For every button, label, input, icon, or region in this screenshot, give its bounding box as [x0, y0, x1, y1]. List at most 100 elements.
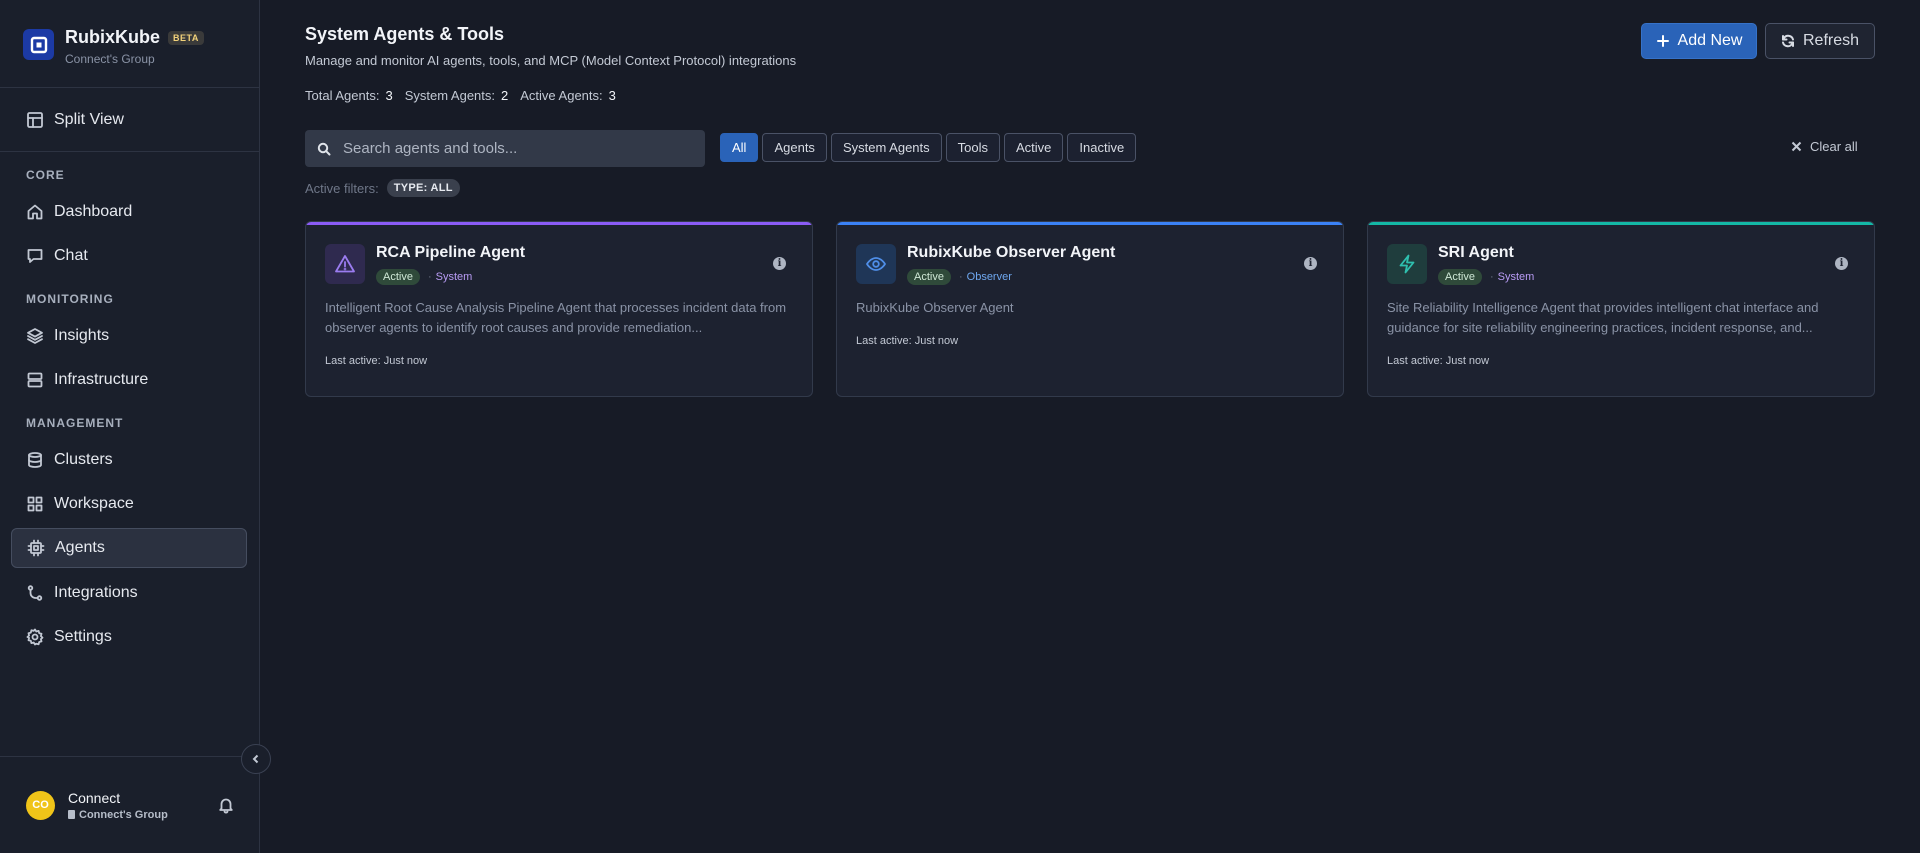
- close-icon: [1791, 141, 1802, 152]
- database-icon: [28, 452, 42, 468]
- git-branch-icon: [27, 585, 43, 601]
- sidebar-item-insights[interactable]: Insights: [11, 316, 247, 356]
- eye-icon: [856, 244, 896, 284]
- sidebar-item-label: Insights: [54, 327, 110, 344]
- brand-name: RubixKube: [65, 27, 161, 47]
- user-name: Connect: [68, 789, 121, 806]
- sidebar-item-integrations[interactable]: Integrations: [11, 573, 247, 613]
- last-active: Last active: Just now: [856, 335, 959, 347]
- info-icon[interactable]: i: [773, 257, 786, 270]
- sidebar-item-agents[interactable]: Agents: [11, 528, 247, 568]
- alert-triangle-icon: [325, 244, 365, 284]
- user-group-label: Connect's Group: [79, 808, 168, 821]
- agent-name: RubixKube Observer Agent: [907, 244, 1116, 261]
- sidebar-item-label: Dashboard: [54, 203, 133, 220]
- collapse-sidebar-button[interactable]: [241, 744, 271, 774]
- server-icon: [27, 372, 43, 388]
- sidebar: RubixKube BETA Connect's Group Split Vie…: [0, 0, 260, 853]
- status-badge: Active: [907, 269, 951, 285]
- clear-all-button[interactable]: Clear all: [1791, 139, 1858, 154]
- agent-meta: Active · System: [1438, 269, 1534, 285]
- brand[interactable]: RubixKube BETA Connect's Group: [23, 27, 233, 67]
- avatar: CO: [26, 790, 55, 820]
- filter-chips: All Agents System Agents Tools Active Inactiv…: [720, 133, 1140, 162]
- split-view-button[interactable]: Split View: [11, 100, 247, 140]
- chat-icon: [27, 249, 43, 263]
- info-icon[interactable]: i: [1835, 257, 1848, 270]
- info-icon[interactable]: i: [1304, 257, 1317, 270]
- agent-description: Site Reliability Intelligence Agent that…: [1387, 300, 1819, 335]
- status-badge: Active: [1438, 269, 1482, 285]
- gear-icon: [26, 628, 44, 646]
- sidebar-divider: [0, 151, 259, 152]
- filter-chip-agents[interactable]: Agents: [762, 133, 827, 162]
- sidebar-item-dashboard[interactable]: Dashboard: [11, 192, 247, 232]
- agent-description: RubixKube Observer Agent: [856, 300, 1014, 315]
- sidebar-item-settings[interactable]: Settings: [11, 617, 247, 657]
- section-monitoring: MONITORING: [26, 292, 114, 306]
- agent-card[interactable]: RubixKube Observer Agent Active · Observ…: [836, 221, 1344, 397]
- user-profile[interactable]: CO Connect Connect's Group: [26, 785, 241, 825]
- add-new-label: Add New: [1677, 32, 1743, 49]
- filter-chip-all[interactable]: All: [720, 133, 759, 162]
- filter-chip-active[interactable]: Active: [1004, 133, 1064, 162]
- stat-active-value: 3: [608, 88, 616, 103]
- agent-meta: Active · Observer: [907, 269, 1012, 285]
- bell-icon: [219, 798, 233, 814]
- sidebar-divider: [0, 87, 259, 88]
- stat-active: Active Agents: 3: [520, 88, 616, 103]
- stat-system-value: 2: [501, 88, 509, 103]
- lightning-icon: [1387, 244, 1427, 284]
- sidebar-item-label: Agents: [55, 539, 105, 556]
- add-new-button[interactable]: Add New: [1641, 23, 1757, 59]
- stat-total: Total Agents: 3: [305, 88, 393, 103]
- card-accent-bar: [306, 222, 812, 225]
- agent-name: SRI Agent: [1438, 244, 1514, 261]
- sidebar-item-label: Integrations: [54, 584, 138, 601]
- separator-dot: ·: [958, 271, 963, 283]
- card-accent-bar: [837, 222, 1343, 225]
- brand-logo-icon: [23, 29, 54, 60]
- clear-all-label: Clear all: [1810, 139, 1858, 154]
- layers-icon: [27, 328, 43, 344]
- agent-type: System: [1497, 271, 1535, 283]
- agent-type: Observer: [966, 271, 1012, 283]
- agent-stats: Total Agents: 3 System Agents: 2 Active Ag…: [305, 88, 628, 103]
- section-management: MANAGEMENT: [26, 416, 124, 430]
- agent-card[interactable]: SRI Agent Active · System i Site Reliabi…: [1367, 221, 1875, 397]
- stat-total-value: 3: [385, 88, 393, 103]
- last-active: Last active: Just now: [1387, 355, 1490, 367]
- stat-system: System Agents: 2: [405, 88, 509, 103]
- sidebar-item-chat[interactable]: Chat: [11, 236, 247, 276]
- refresh-label: Refresh: [1802, 32, 1860, 49]
- filter-chip-system-agents[interactable]: System Agents: [830, 133, 942, 162]
- sidebar-divider: [0, 756, 259, 757]
- split-view-icon: [27, 112, 43, 128]
- sidebar-item-label: Settings: [54, 628, 112, 645]
- search-input[interactable]: [343, 140, 683, 157]
- notifications-button[interactable]: [217, 796, 235, 814]
- sidebar-item-clusters[interactable]: Clusters: [11, 440, 247, 480]
- page-title: System Agents & Tools: [305, 24, 505, 44]
- grid-icon: [27, 496, 43, 512]
- sidebar-item-label: Workspace: [54, 495, 134, 512]
- filter-chip-inactive[interactable]: Inactive: [1067, 133, 1137, 162]
- building-icon: [68, 810, 75, 819]
- refresh-icon: [1781, 34, 1794, 48]
- agent-card[interactable]: RCA Pipeline Agent Active · System i Int…: [305, 221, 813, 397]
- active-filters-label: Active filters:: [305, 180, 379, 196]
- brand-subtitle: Connect's Group: [65, 52, 155, 66]
- filter-pill[interactable]: TYPE: ALL: [386, 179, 460, 197]
- search-icon: [317, 142, 331, 155]
- beta-badge: BETA: [168, 30, 204, 45]
- plus-icon: [1656, 35, 1669, 47]
- page-description: Manage and monitor AI agents, tools, and…: [305, 53, 797, 68]
- sidebar-item-infrastructure[interactable]: Infrastructure: [11, 360, 247, 400]
- chevron-left-icon: [252, 754, 259, 764]
- stat-active-label: Active Agents:: [520, 88, 603, 103]
- agent-meta: Active · System: [376, 269, 472, 285]
- filter-chip-tools[interactable]: Tools: [945, 133, 1001, 162]
- refresh-button[interactable]: Refresh: [1765, 23, 1875, 59]
- sidebar-item-workspace[interactable]: Workspace: [11, 484, 247, 524]
- sidebar-item-label: Infrastructure: [54, 371, 149, 388]
